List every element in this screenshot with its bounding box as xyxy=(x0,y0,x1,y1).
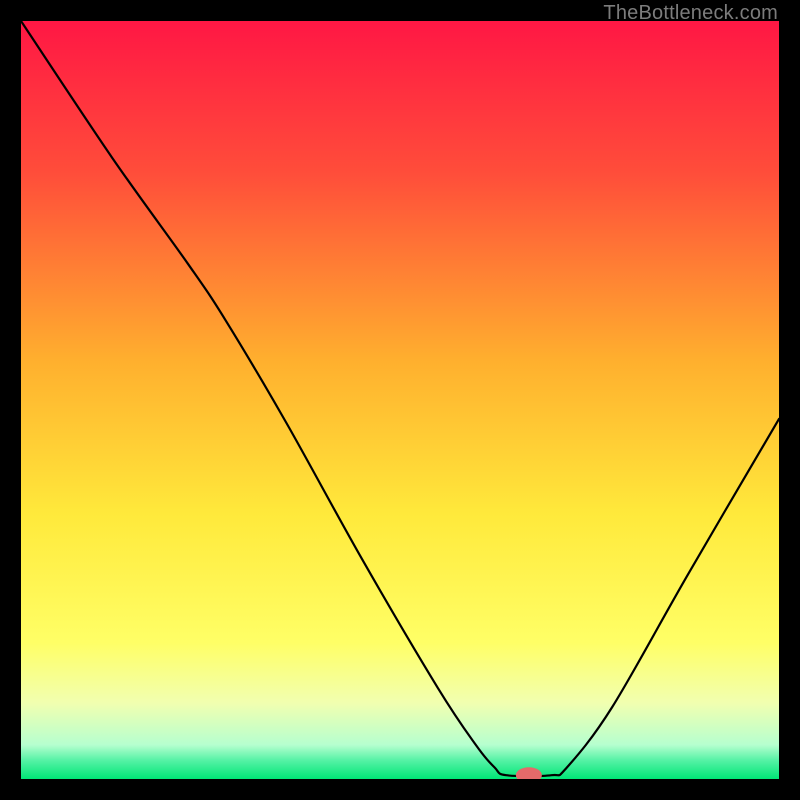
gradient-background xyxy=(21,21,779,779)
chart-frame: TheBottleneck.com xyxy=(0,0,800,800)
chart-svg xyxy=(21,21,779,779)
plot-area xyxy=(21,21,779,779)
